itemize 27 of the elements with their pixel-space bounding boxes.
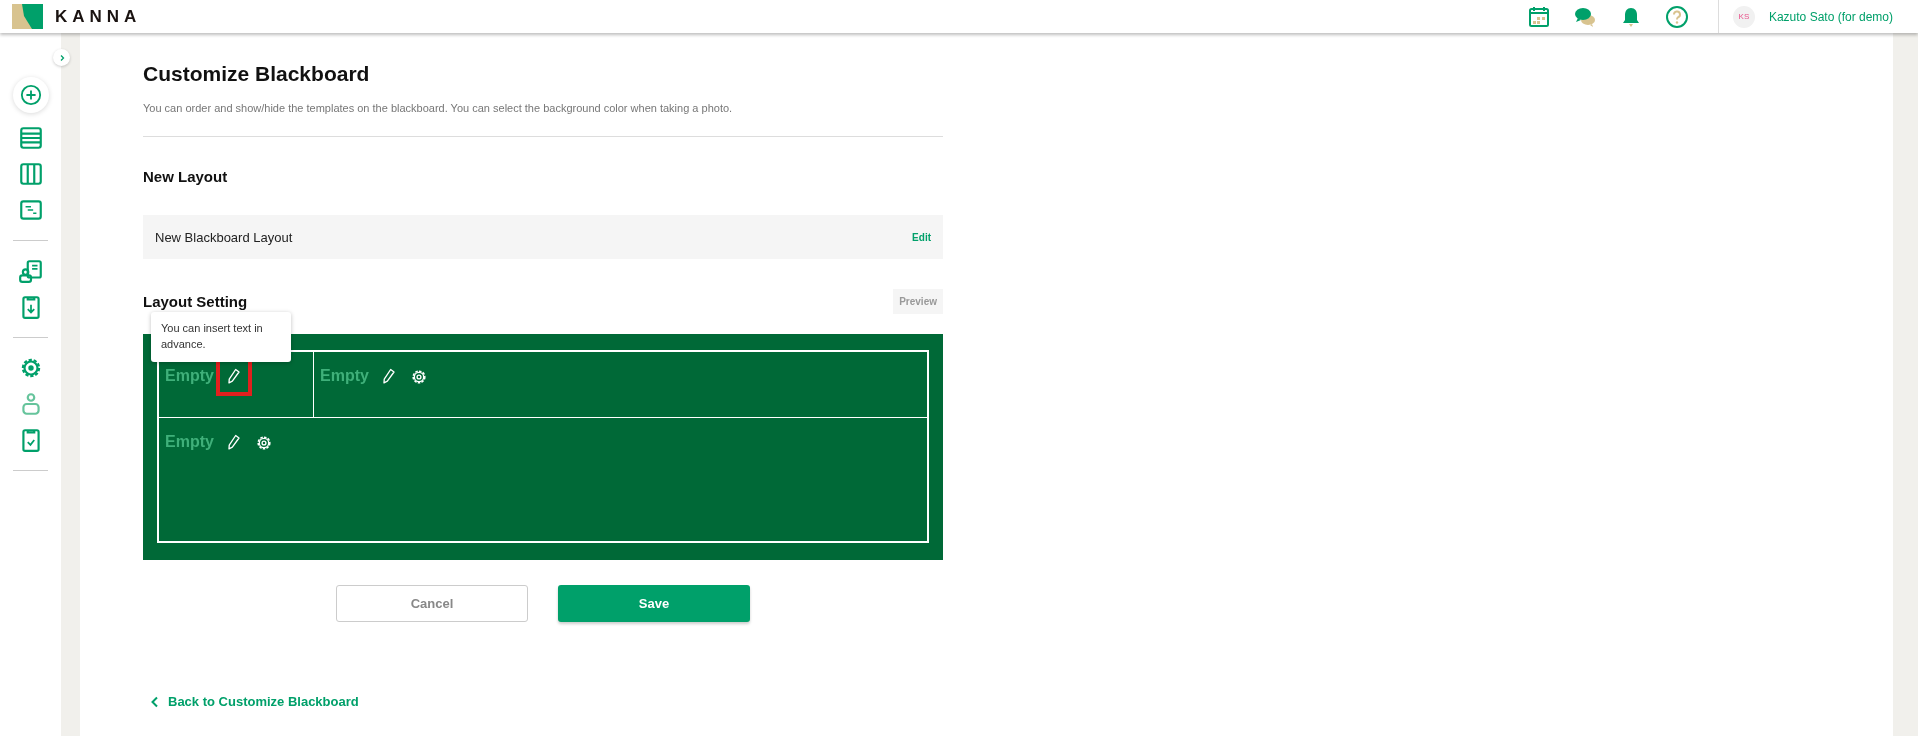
- back-link[interactable]: Back to Customize Blackboard: [150, 694, 359, 709]
- preview-button[interactable]: Preview: [893, 289, 943, 314]
- layout-name: New Blackboard Layout: [155, 229, 293, 245]
- chevron-right-icon[interactable]: [53, 49, 70, 66]
- cancel-button[interactable]: Cancel: [336, 585, 528, 622]
- edit-link[interactable]: Edit: [912, 231, 931, 243]
- calendar-icon[interactable]: [1526, 4, 1551, 29]
- chevron-left-icon: [150, 695, 160, 708]
- cell-label: Empty: [165, 367, 214, 385]
- user-avatar[interactable]: KS: [1732, 5, 1755, 28]
- cell-label: Empty: [165, 433, 214, 451]
- add-icon[interactable]: [12, 77, 49, 113]
- list-icon[interactable]: [17, 125, 44, 151]
- cell-label: Empty: [320, 367, 369, 385]
- user-name[interactable]: Kazuto Sato (for demo): [1768, 9, 1893, 24]
- page-description: You can order and show/hide the templates on the blackboard. You can select the background color when taking a photo.: [143, 102, 734, 114]
- tooltip: You can insert text in advance.: [151, 312, 291, 362]
- save-button[interactable]: Save: [558, 585, 750, 622]
- logo-icon: [12, 4, 43, 29]
- section-heading: New Layout: [143, 168, 229, 185]
- brand-name: KANNA: [55, 6, 142, 27]
- section-heading: Layout Setting: [143, 293, 248, 310]
- card-icon[interactable]: [17, 197, 44, 223]
- help-icon[interactable]: [1664, 4, 1689, 29]
- person-document-icon[interactable]: [17, 258, 44, 284]
- columns-icon[interactable]: [17, 161, 44, 187]
- page-title: Customize Blackboard: [143, 62, 371, 86]
